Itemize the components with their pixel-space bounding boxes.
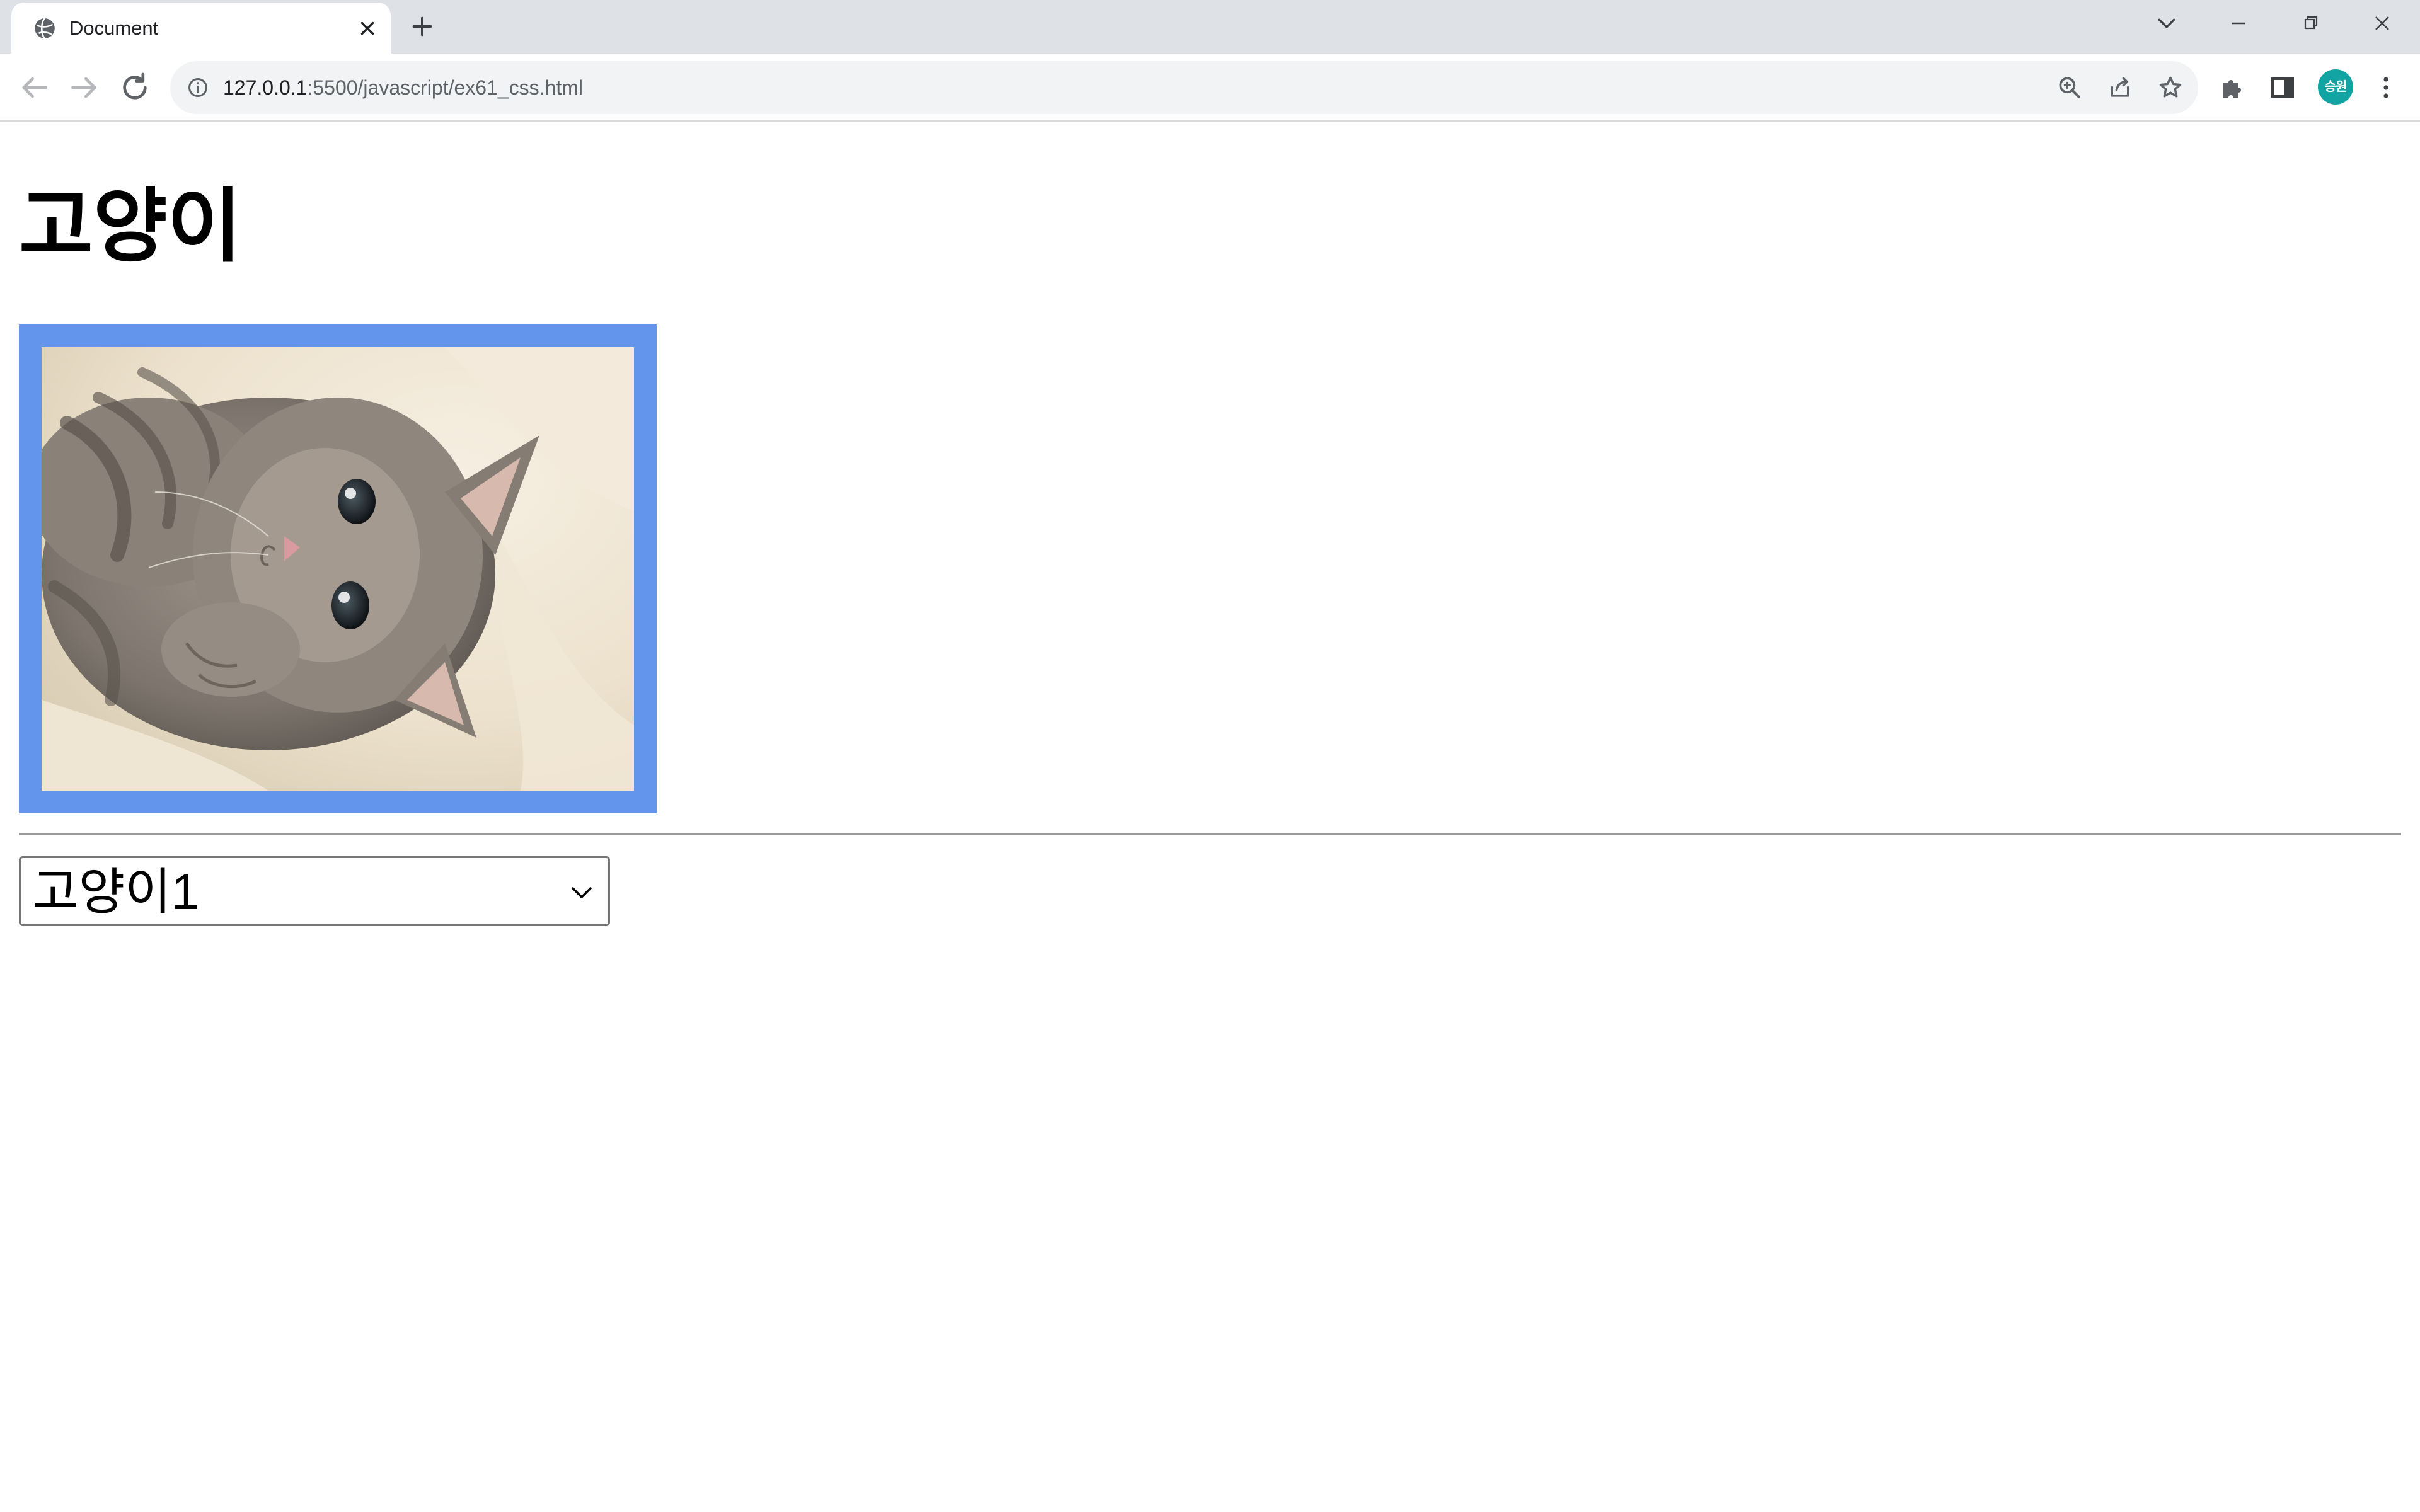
side-panel-icon[interactable] bbox=[2267, 72, 2298, 103]
back-arrow-icon[interactable] bbox=[16, 70, 52, 105]
avatar[interactable]: 승원 bbox=[2318, 69, 2353, 105]
kebab-menu-icon[interactable] bbox=[2371, 72, 2401, 103]
zoom-icon[interactable] bbox=[2056, 74, 2083, 101]
tab-strip: Document bbox=[0, 0, 2420, 54]
cat-select[interactable]: 고양이1 bbox=[19, 856, 610, 926]
page-title: 고양이 bbox=[19, 181, 242, 272]
cat-image-frame bbox=[19, 324, 657, 813]
minimize-icon[interactable] bbox=[2221, 8, 2256, 39]
url-host: 127.0.0.1 bbox=[223, 76, 308, 99]
address-bar[interactable]: 127.0.0.1:5500/javascript/ex61_css.html bbox=[170, 61, 2198, 114]
browser-tab[interactable]: Document bbox=[11, 3, 391, 54]
chevron-down-icon[interactable] bbox=[2154, 11, 2179, 37]
cat-select-value: 고양이1 bbox=[32, 864, 200, 920]
star-icon[interactable] bbox=[2157, 74, 2184, 101]
close-icon[interactable] bbox=[2365, 8, 2400, 39]
url-text[interactable]: 127.0.0.1:5500/javascript/ex61_css.html bbox=[223, 74, 583, 101]
close-icon[interactable] bbox=[357, 18, 378, 39]
chevron-down-icon bbox=[569, 882, 594, 903]
restore-icon[interactable] bbox=[2293, 8, 2328, 39]
plus-icon[interactable] bbox=[410, 14, 435, 39]
forward-arrow-icon[interactable] bbox=[67, 70, 102, 105]
page-content: 고양이 고양이1 bbox=[0, 123, 2420, 1512]
share-icon[interactable] bbox=[2106, 74, 2134, 101]
reload-icon[interactable] bbox=[117, 70, 153, 105]
info-icon[interactable] bbox=[187, 76, 209, 99]
url-path: :5500/javascript/ex61_css.html bbox=[307, 76, 583, 99]
browser-toolbar: 127.0.0.1:5500/javascript/ex61_css.html bbox=[0, 54, 2420, 122]
puzzle-icon[interactable] bbox=[2217, 72, 2247, 103]
globe-icon bbox=[33, 16, 57, 40]
tab-title: Document bbox=[69, 17, 159, 39]
cat-image bbox=[42, 347, 634, 791]
horizontal-divider bbox=[19, 833, 2401, 835]
